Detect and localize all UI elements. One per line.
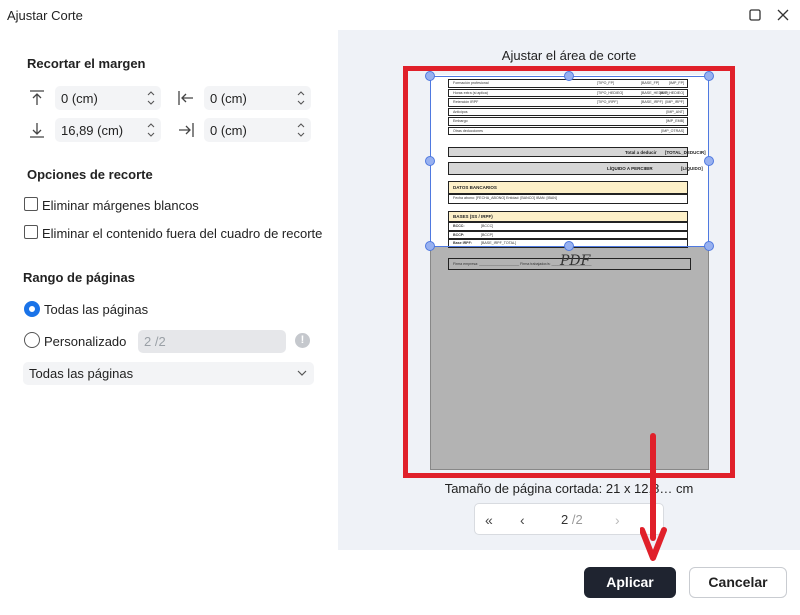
- custom-pages-radio[interactable]: [24, 332, 40, 348]
- remove-white-margins-checkbox[interactable]: [24, 197, 38, 211]
- apply-button[interactable]: Aplicar: [584, 567, 676, 598]
- settings-panel: Recortar el margen 0 (cm) 0 (cm) 16,89 (…: [0, 30, 338, 615]
- left-margin-input[interactable]: 0 (cm): [204, 86, 311, 110]
- all-pages-radio[interactable]: [24, 301, 40, 317]
- page-indicator[interactable]: 2 /2: [561, 512, 583, 527]
- chevron-down-icon: [297, 370, 307, 376]
- left-margin-icon: [178, 91, 193, 105]
- custom-pages-label[interactable]: Personalizado: [44, 334, 126, 349]
- top-margin-stepper[interactable]: [145, 88, 157, 108]
- crop-options-title: Opciones de recorte: [27, 167, 153, 182]
- crop-area-title: Ajustar el área de corte: [501, 48, 637, 63]
- left-margin-stepper[interactable]: [295, 88, 307, 108]
- top-margin-input[interactable]: 0 (cm): [55, 86, 161, 110]
- bottom-margin-stepper[interactable]: [145, 120, 157, 140]
- remove-white-margins-label[interactable]: Eliminar márgenes blancos: [42, 198, 199, 213]
- first-page-icon[interactable]: «: [485, 512, 493, 528]
- bottom-margin-input[interactable]: 16,89 (cm): [55, 118, 161, 142]
- cancel-button[interactable]: Cancelar: [689, 567, 787, 598]
- arrow-down-icon: [640, 433, 667, 561]
- top-margin-icon: [30, 90, 44, 105]
- maximize-icon[interactable]: [746, 6, 764, 24]
- bottom-margin-icon: [30, 123, 44, 138]
- margin-section-title: Recortar el margen: [27, 56, 146, 71]
- right-margin-stepper[interactable]: [295, 120, 307, 140]
- page-navigator: « ‹ 2 /2 ›: [474, 503, 664, 535]
- right-margin-icon: [179, 123, 194, 137]
- right-margin-input[interactable]: 0 (cm): [204, 118, 311, 142]
- page-range-title: Rango de páginas: [23, 270, 135, 285]
- remove-outside-content-label[interactable]: Eliminar el contenido fuera del cuadro d…: [42, 226, 322, 241]
- custom-pages-input[interactable]: 2 /2: [138, 330, 286, 353]
- window-title: Ajustar Corte: [7, 8, 83, 23]
- all-pages-label[interactable]: Todas las páginas: [44, 302, 148, 317]
- highlight-frame: [403, 66, 735, 478]
- close-icon[interactable]: [774, 6, 792, 24]
- preview-panel: Ajustar el área de corte Formación profe…: [338, 30, 800, 550]
- remove-outside-content-checkbox[interactable]: [24, 225, 38, 239]
- title-bar: Ajustar Corte: [0, 0, 800, 30]
- page-range-dropdown[interactable]: Todas las páginas: [23, 362, 314, 385]
- info-icon[interactable]: !: [295, 333, 310, 348]
- next-page-icon[interactable]: ›: [615, 512, 620, 528]
- cropped-size-label: Tamaño de página cortada: 21 x 12,8… cm: [444, 481, 694, 496]
- prev-page-icon[interactable]: ‹: [520, 512, 525, 528]
